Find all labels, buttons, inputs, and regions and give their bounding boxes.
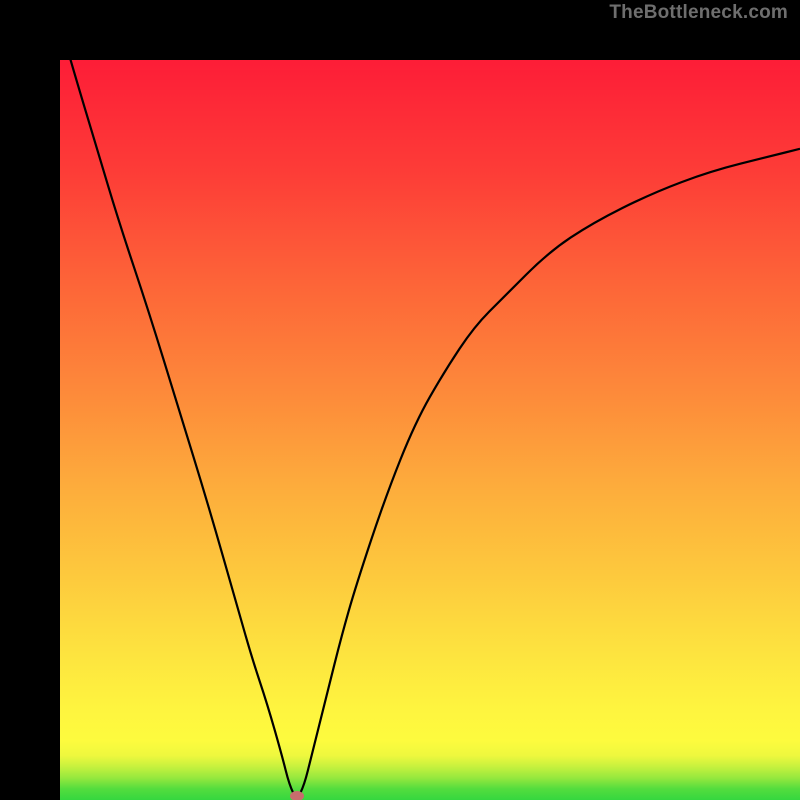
chart-frame [0,0,800,800]
minimum-marker-icon [290,791,304,800]
chart-plot-area [60,60,800,800]
bottleneck-curve [60,60,800,800]
watermark-text: TheBottleneck.com [609,2,788,24]
